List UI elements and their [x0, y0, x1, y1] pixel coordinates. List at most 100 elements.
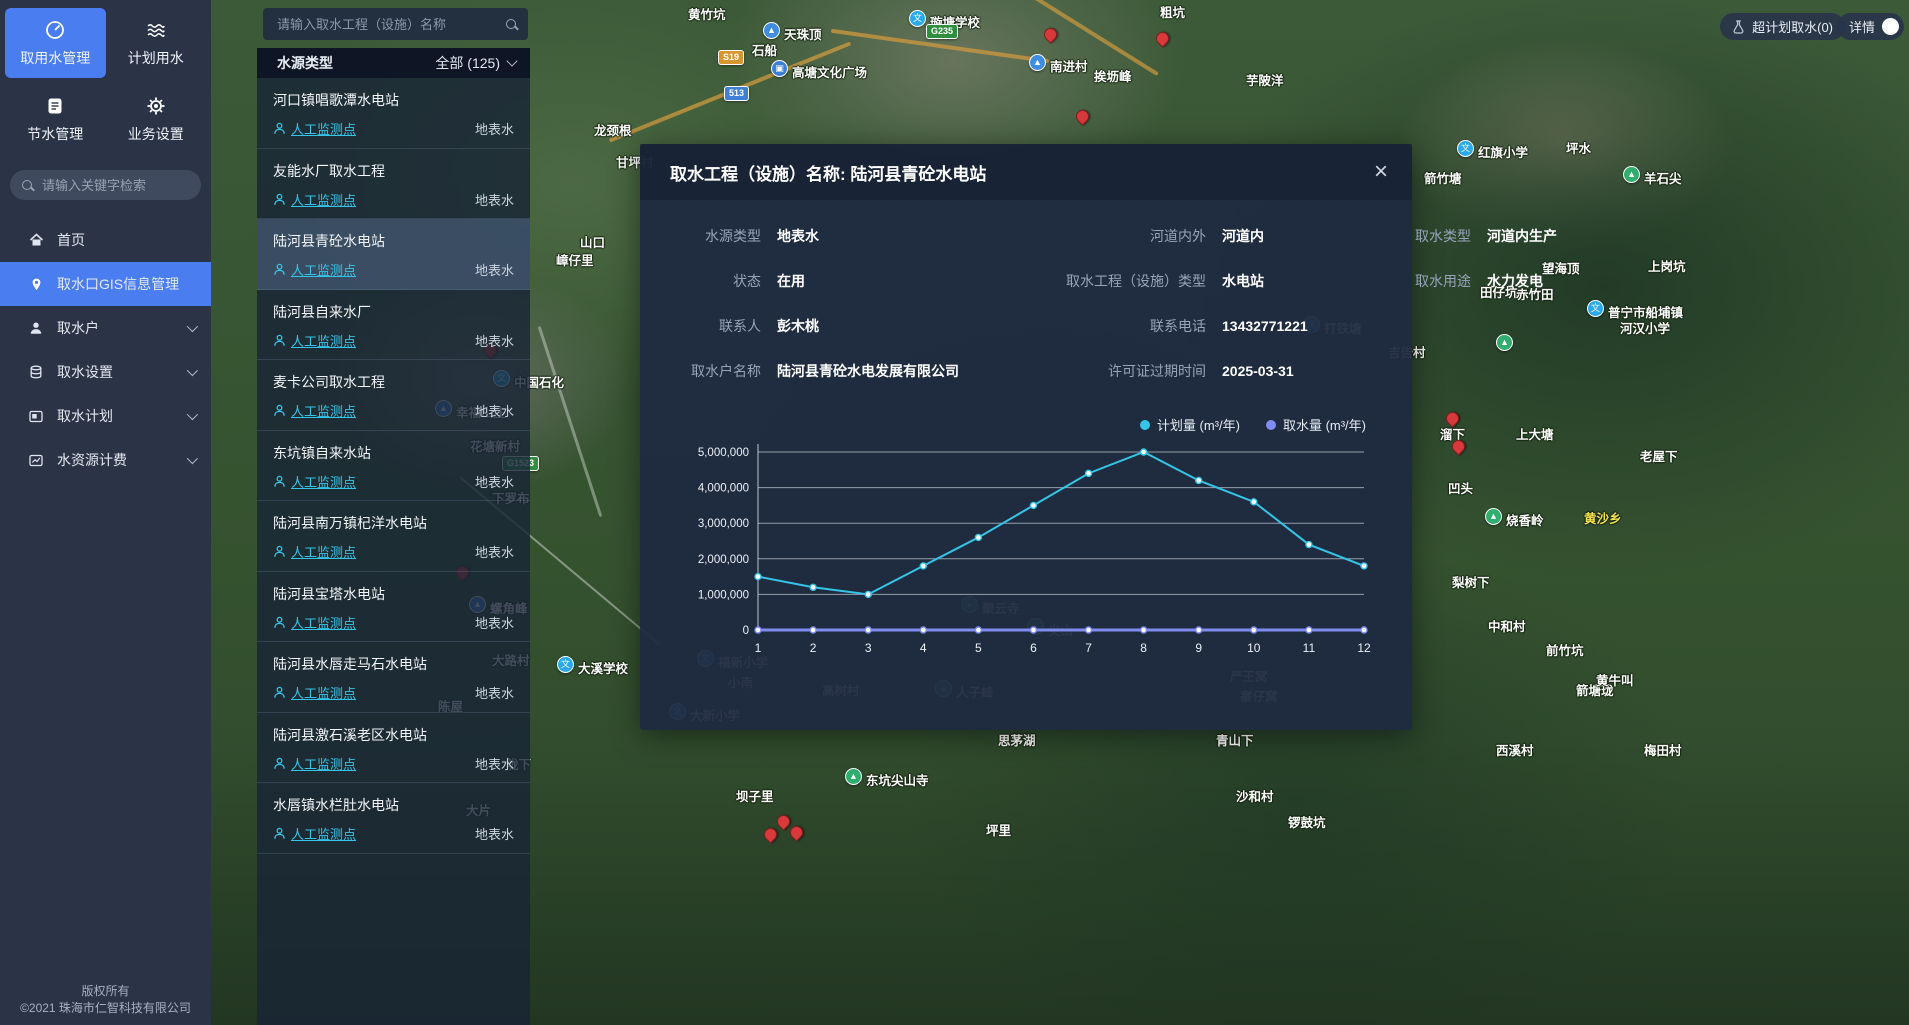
- svg-text:4,000,000: 4,000,000: [698, 483, 749, 495]
- list-item[interactable]: 水唇镇水栏肚水电站人工监测点地表水: [257, 783, 530, 854]
- person-icon: [273, 334, 286, 347]
- poi-marker-icon[interactable]: ▲: [845, 768, 862, 785]
- poi-marker-icon[interactable]: ▲: [1485, 508, 1502, 525]
- menu-label: 首页: [57, 230, 85, 250]
- manual-monitor-link[interactable]: 人工监测点: [273, 260, 356, 279]
- item-name: 陆河县自来水厂: [273, 302, 514, 322]
- manual-monitor-link[interactable]: 人工监测点: [273, 190, 356, 209]
- legend-item[interactable]: 取水量 (m³/年): [1266, 415, 1366, 434]
- svg-text:6: 6: [1030, 641, 1037, 655]
- modal-title: 取水工程（设施）名称: 陆河县青砼水电站: [670, 160, 986, 185]
- sidebar-search[interactable]: [10, 170, 201, 200]
- svg-text:9: 9: [1195, 641, 1202, 655]
- school-marker-icon[interactable]: 文: [1587, 300, 1604, 317]
- poi-marker-icon[interactable]: ▲: [763, 22, 780, 39]
- red-pin-marker[interactable]: [1073, 107, 1091, 125]
- manual-monitor-link[interactable]: 人工监测点: [273, 119, 356, 138]
- list-item[interactable]: 陆河县激石溪老区水电站人工监测点地表水: [257, 713, 530, 784]
- list-item[interactable]: 陆河县南万镇杞洋水电站人工监测点 地表水: [257, 501, 530, 572]
- list-item[interactable]: 陆河县宝塔水电站人工监测点地表水: [257, 572, 530, 643]
- poi-marker-icon[interactable]: ▣: [771, 60, 788, 77]
- water-source-type: 地表水: [475, 542, 514, 561]
- list-item[interactable]: 陆河县水唇走马石水电站人工监测点地表水: [257, 642, 530, 713]
- detail-toggle[interactable]: 详情: [1837, 13, 1904, 40]
- legend-dot-icon: [1140, 420, 1150, 430]
- manual-monitor-link[interactable]: 人工监测点: [273, 472, 356, 491]
- list-item[interactable]: 麦卡公司取水工程人工监测点地表水: [257, 360, 530, 431]
- map-label: 坝子里: [736, 786, 774, 805]
- svg-text:3,000,000: 3,000,000: [698, 518, 749, 530]
- project-search-input[interactable]: [275, 16, 498, 33]
- copyright: 版权所有 ©2021 珠海市仁智科技有限公司: [0, 983, 211, 1017]
- svg-text:10: 10: [1247, 641, 1261, 655]
- project-search[interactable]: [263, 8, 528, 40]
- menu-label: 水资源计费: [57, 450, 127, 470]
- red-pin-marker[interactable]: [761, 825, 779, 843]
- map-label: 南进村: [1050, 56, 1088, 75]
- home-icon: [28, 233, 44, 247]
- sidebar-item-2[interactable]: 取水口GIS信息管理: [0, 262, 211, 306]
- sidebar-tile-1[interactable]: 取用水管理: [5, 8, 106, 78]
- sidebar-tile-4[interactable]: 业务设置: [106, 84, 207, 154]
- svg-text:1: 1: [755, 641, 762, 655]
- intake-detail-modal: 取水工程（设施）名称: 陆河县青砼水电站 × 水源类型地表水河道内外河道内取水类…: [640, 144, 1412, 730]
- manual-monitor-link[interactable]: 人工监测点: [273, 613, 356, 632]
- source-type-filter[interactable]: 全部 (125): [435, 53, 516, 73]
- over-plan-intake-label: 超计划取水(0): [1752, 17, 1833, 36]
- toggle-knob[interactable]: [1882, 18, 1899, 35]
- map-label: 青山下: [1216, 730, 1254, 749]
- sidebar-item-5[interactable]: 取水计划: [0, 394, 211, 438]
- item-name: 水唇镇水栏肚水电站: [273, 795, 514, 815]
- manual-monitor-link[interactable]: 人工监测点: [273, 331, 356, 350]
- item-name: 陆河县水唇走马石水电站: [273, 654, 514, 674]
- sidebar-tile-2[interactable]: 计划用水: [106, 8, 207, 78]
- red-pin-marker[interactable]: [1041, 25, 1059, 43]
- sidebar-item-3[interactable]: 取水户: [0, 306, 211, 350]
- red-pin-marker[interactable]: [787, 823, 805, 841]
- field-value: 地表水: [777, 226, 1002, 246]
- sidebar-item-4[interactable]: 取水设置: [0, 350, 211, 394]
- item-name: 陆河县南万镇杞洋水电站: [273, 513, 514, 533]
- school-marker-icon[interactable]: 文: [909, 10, 926, 27]
- school-marker-icon[interactable]: 文: [1457, 140, 1474, 157]
- field-label: 状态: [672, 271, 777, 291]
- map-label: 锣鼓坑: [1288, 812, 1326, 831]
- item-name: 河口镇唱歌潭水电站: [273, 90, 514, 110]
- map-label: 黄沙乡: [1584, 508, 1622, 527]
- map-label: 芋陂洋: [1246, 70, 1284, 89]
- sidebar-item-6[interactable]: 水资源计费: [0, 438, 211, 482]
- red-pin-marker[interactable]: [774, 812, 792, 830]
- list-item[interactable]: 陆河县自来水厂人工监测点地表水: [257, 290, 530, 361]
- sidebar-item-1[interactable]: 首页: [0, 218, 211, 262]
- poi-marker-icon[interactable]: ▲: [1029, 54, 1046, 71]
- svg-text:8: 8: [1140, 641, 1147, 655]
- sidebar-search-input[interactable]: [40, 177, 189, 194]
- svg-text:5,000,000: 5,000,000: [698, 447, 749, 459]
- legend-item[interactable]: 计划量 (m³/年): [1140, 415, 1240, 434]
- field-label: 取水工程（设施）类型: [1002, 271, 1222, 291]
- item-name: 陆河县宝塔水电站: [273, 584, 514, 604]
- list-item[interactable]: 东坑镇自来水站人工监测点地表水: [257, 431, 530, 502]
- person-icon: [273, 404, 286, 417]
- manual-monitor-link[interactable]: 人工监测点: [273, 754, 356, 773]
- manual-monitor-link[interactable]: 人工监测点: [273, 542, 356, 561]
- over-plan-intake-button[interactable]: 超计划取水(0): [1720, 13, 1845, 40]
- map-label: 梅田村: [1644, 740, 1682, 759]
- poi-marker-icon[interactable]: ▲: [1623, 166, 1640, 183]
- red-pin-marker[interactable]: [1153, 29, 1171, 47]
- sidebar-tile-3[interactable]: 节水管理: [5, 84, 106, 154]
- tile-label: 取用水管理: [20, 48, 90, 68]
- manual-monitor-link[interactable]: 人工监测点: [273, 401, 356, 420]
- svg-text:2,000,000: 2,000,000: [698, 554, 749, 566]
- list-item[interactable]: 友能水厂取水工程人工监测点地表水: [257, 149, 530, 220]
- close-icon[interactable]: ×: [1374, 162, 1388, 182]
- manual-monitor-link[interactable]: 人工监测点: [273, 683, 356, 702]
- svg-text:4: 4: [920, 641, 927, 655]
- school-marker-icon[interactable]: 文: [557, 656, 574, 673]
- list-item[interactable]: 陆河县青砼水电站人工监测点地表水: [257, 219, 530, 290]
- chevron-down-icon: [187, 321, 198, 332]
- list-item[interactable]: 河口镇唱歌潭水电站人工监测点地表水: [257, 78, 530, 149]
- manual-monitor-link[interactable]: 人工监测点: [273, 824, 356, 843]
- poi-marker-icon[interactable]: ▲: [1496, 334, 1513, 351]
- person-icon: [273, 686, 286, 699]
